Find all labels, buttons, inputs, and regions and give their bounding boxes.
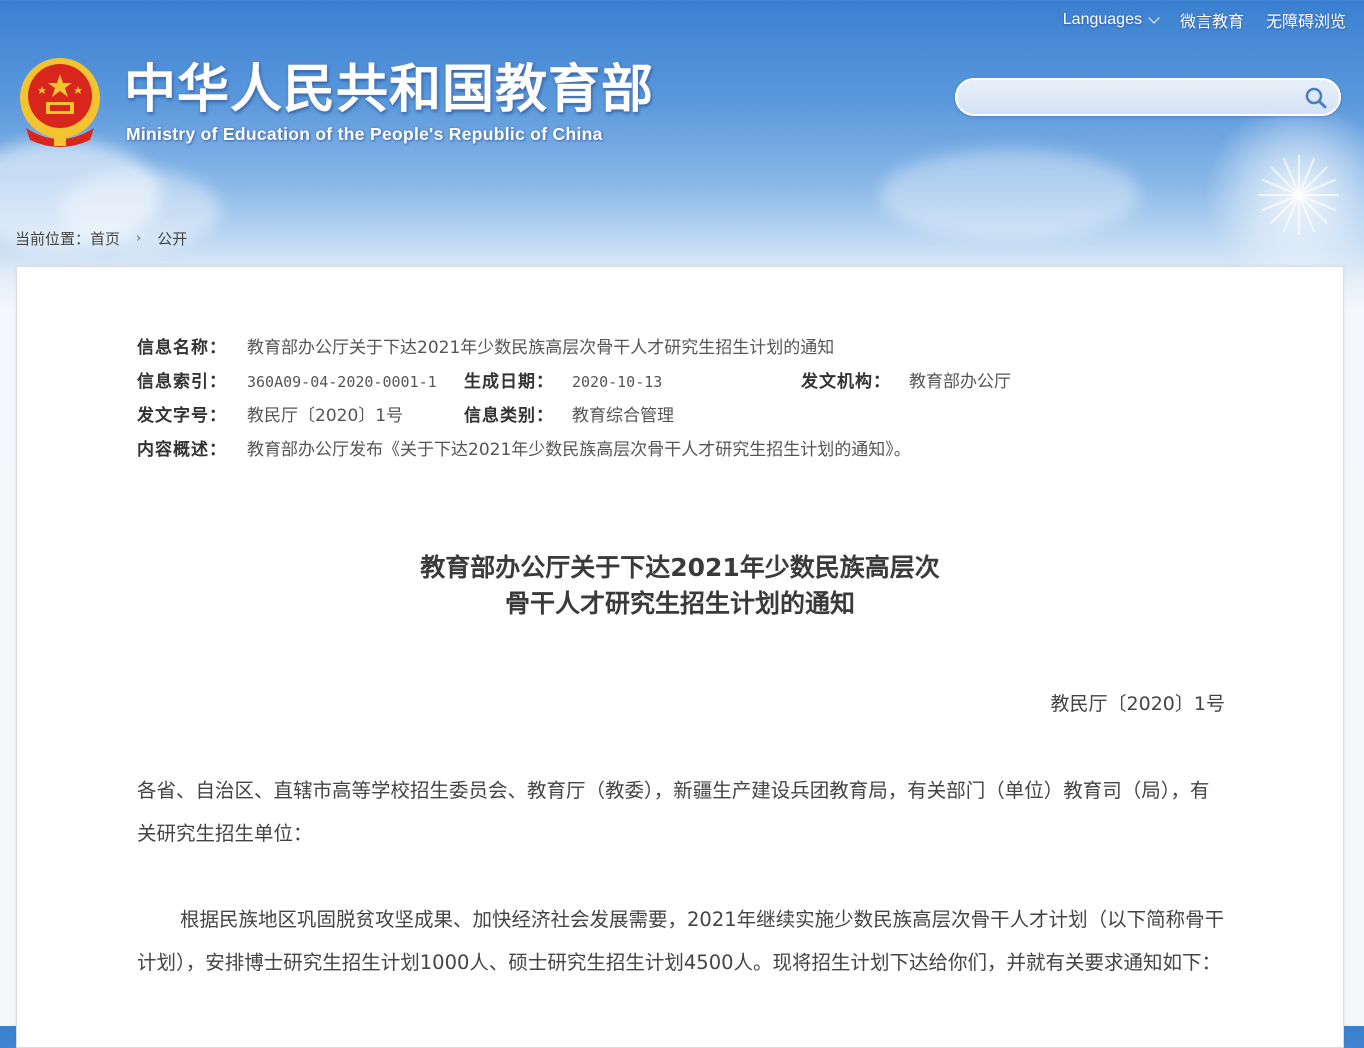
decorative-seed	[1259, 194, 1299, 196]
document-title-line-2: 骨干人才研究生招生计划的通知	[504, 589, 855, 618]
search-input[interactable]	[973, 86, 1297, 110]
document-title-line-1: 教育部办公厅关于下达2021年少数民族高层次	[420, 553, 940, 582]
meta-value-org: 教育部办公厅	[909, 372, 1011, 392]
breadcrumb: 当前位置： 首页 › 公开	[15, 228, 187, 249]
breadcrumb-prefix: 当前位置：	[15, 230, 91, 248]
accessibility-link[interactable]: 无障碍浏览	[1266, 8, 1346, 32]
document-title: 教育部办公厅关于下达2021年少数民族高层次 骨干人才研究生招生计划的通知	[17, 550, 1343, 622]
meta-label-category: 信息类别：	[464, 406, 554, 426]
meta-value-docno: 教民厅〔2020〕1号	[247, 406, 404, 426]
document-number: 教民厅〔2020〕1号	[1050, 693, 1225, 715]
decorative-seed	[1298, 194, 1328, 224]
meta-label-summary: 内容概述：	[137, 440, 227, 460]
site-title: 中华人民共和国教育部	[124, 60, 655, 120]
languages-link[interactable]: Languages	[1062, 11, 1160, 29]
meta-value-index: 360A09-04-2020-0001-1	[247, 373, 437, 391]
meta-label-name: 信息名称：	[137, 338, 227, 358]
meta-label-docno: 发文字号：	[137, 406, 227, 426]
meta-label-index: 信息索引：	[137, 372, 227, 392]
meta-value-category: 教育综合管理	[572, 406, 674, 426]
languages-label: Languages	[1062, 11, 1142, 28]
search-box	[955, 78, 1341, 116]
decorative-seed	[1298, 195, 1300, 235]
content-panel: 信息名称： 教育部办公厅关于下达2021年少数民族高层次骨干人才研究生招生计划的…	[16, 266, 1344, 1048]
meta-label-org: 发文机构：	[801, 372, 891, 392]
decorative-cloud	[880, 150, 1140, 240]
national-emblem-logo[interactable]	[16, 56, 104, 148]
top-links: Languages 微言教育 无障碍浏览	[1063, 8, 1346, 32]
decorative-seed	[1270, 166, 1300, 196]
meta-value-date: 2020-10-13	[572, 373, 663, 391]
site-subtitle: Ministry of Education of the People's Re…	[126, 124, 603, 144]
chevron-down-icon	[1148, 12, 1160, 24]
chevron-right-icon: ›	[136, 231, 142, 246]
search-icon[interactable]	[1303, 85, 1329, 111]
meta-value-summary: 教育部办公厅发布《关于下达2021年少数民族高层次骨干人才研究生招生计划的通知》…	[247, 440, 911, 460]
weiyan-education-link[interactable]: 微言教育	[1180, 8, 1244, 32]
breadcrumb-home-link[interactable]: 首页	[90, 228, 120, 249]
meta-value-name: 教育部办公厅关于下达2021年少数民族高层次骨干人才研究生招生计划的通知	[247, 338, 835, 358]
document-body-paragraph: 根据民族地区巩固脱贫攻坚成果、加快经济社会发展需要，2021年继续实施少数民族高…	[137, 908, 1225, 974]
document-addressee: 各省、自治区、直辖市高等学校招生委员会、教育厅（教委），新疆生产建设兵团教育局，…	[137, 779, 1210, 845]
meta-label-date: 生成日期：	[464, 372, 554, 392]
decorative-dandelion	[1204, 100, 1364, 290]
breadcrumb-public-link[interactable]: 公开	[157, 228, 187, 249]
